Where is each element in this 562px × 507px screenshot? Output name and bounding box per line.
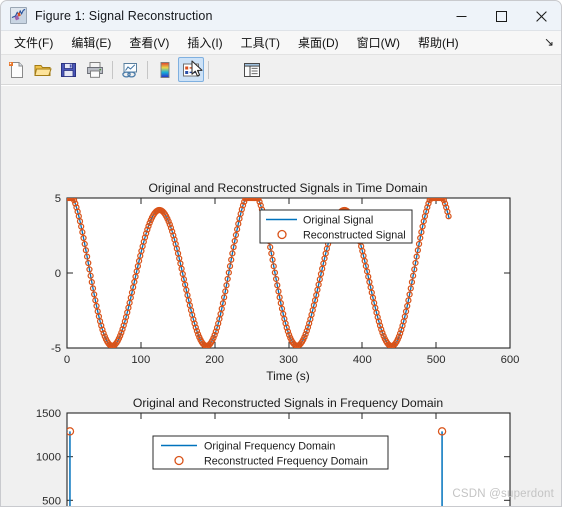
time-xaxis-label: Time (s)	[266, 369, 310, 383]
tool-bar	[1, 55, 561, 85]
freq-plot-legend[interactable]: Original Frequency Domain Reconstructed …	[152, 435, 389, 470]
svg-text:600: 600	[501, 354, 520, 366]
freq-legend-label-original: Original Frequency Domain	[204, 441, 335, 453]
window-title: Figure 1: Signal Reconstruction	[35, 8, 213, 23]
freq-ytick-labels: 050010001500	[36, 408, 61, 506]
time-plot-title: Original and Reconstructed Signals in Ti…	[148, 181, 427, 195]
time-legend-label-original: Original Signal	[303, 215, 373, 227]
freq-legend-label-reconstructed: Reconstructed Frequency Domain	[204, 456, 368, 468]
toolbar-separator	[208, 60, 209, 79]
svg-text:200: 200	[205, 354, 224, 366]
property-inspector-icon[interactable]	[239, 57, 265, 82]
legend-icon[interactable]	[178, 57, 204, 82]
maximize-button[interactable]	[481, 1, 521, 31]
svg-text:1500: 1500	[36, 408, 61, 420]
svg-text:1000: 1000	[36, 452, 61, 464]
menu-edit[interactable]: 编辑(E)	[62, 32, 120, 54]
figure-window: Figure 1: Signal Reconstruction 文件(F) 编辑…	[0, 0, 562, 507]
minimize-button[interactable]	[441, 1, 481, 31]
print-icon[interactable]	[82, 57, 108, 82]
open-folder-icon[interactable]	[30, 57, 56, 82]
svg-text:500: 500	[427, 354, 446, 366]
close-button[interactable]	[521, 1, 561, 31]
svg-text:400: 400	[353, 354, 372, 366]
save-icon[interactable]	[56, 57, 82, 82]
figure-canvas: Original and Reconstructed Signals in Ti…	[1, 85, 561, 506]
menu-desktop[interactable]: 桌面(D)	[289, 32, 348, 54]
freq-plot-title: Original and Reconstructed Signals in Fr…	[133, 396, 443, 410]
link-plot-icon[interactable]	[117, 57, 143, 82]
time-plot-legend[interactable]: Original Signal Reconstructed Signal	[259, 209, 413, 244]
menu-insert[interactable]: 插入(I)	[178, 32, 231, 54]
menu-view[interactable]: 查看(V)	[120, 32, 178, 54]
menu-bar: 文件(F) 编辑(E) 查看(V) 插入(I) 工具(T) 桌面(D) 窗口(W…	[1, 31, 561, 55]
svg-text:0: 0	[64, 354, 70, 366]
svg-text:300: 300	[279, 354, 298, 366]
time-domain-plot: Original and Reconstructed Signals in Ti…	[51, 181, 519, 383]
plots-svg: Original and Reconstructed Signals in Ti…	[36, 181, 519, 506]
colorbar-icon[interactable]	[152, 57, 178, 82]
time-ytick-5: 5	[55, 193, 61, 205]
frequency-domain-plot: Original and Reconstructed Signals in Fr…	[36, 396, 511, 506]
time-ytick-0: 0	[55, 268, 61, 280]
time-legend-label-reconstructed: Reconstructed Signal	[303, 230, 406, 242]
menu-file[interactable]: 文件(F)	[5, 32, 62, 54]
menu-overflow-icon[interactable]: ↘	[544, 35, 554, 49]
time-ytick-neg5: -5	[51, 343, 61, 355]
window-controls	[441, 1, 561, 31]
svg-text:500: 500	[42, 495, 61, 506]
matlab-membrane-icon	[10, 7, 27, 24]
time-xtick-labels: 0 100 200 300 400 500 600	[64, 354, 520, 366]
toolbar-separator	[147, 60, 148, 79]
new-figure-icon[interactable]	[4, 57, 30, 82]
svg-text:100: 100	[131, 354, 150, 366]
menu-help[interactable]: 帮助(H)	[409, 32, 468, 54]
menu-window[interactable]: 窗口(W)	[348, 32, 409, 54]
menu-tools[interactable]: 工具(T)	[232, 32, 289, 54]
title-bar: Figure 1: Signal Reconstruction	[1, 1, 561, 31]
toolbar-separator	[112, 60, 113, 79]
